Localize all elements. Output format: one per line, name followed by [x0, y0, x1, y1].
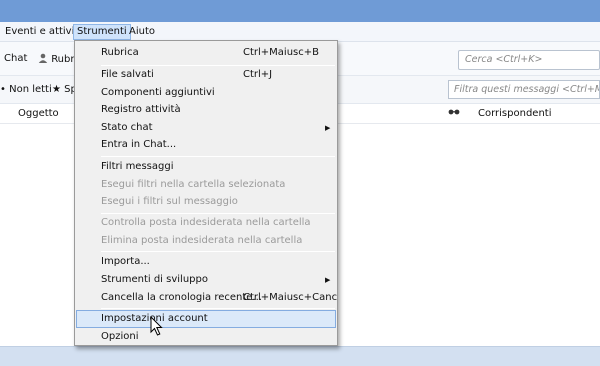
submenu-arrow-icon: ▶	[325, 276, 331, 284]
star-icon: ★	[52, 84, 61, 95]
thread-glasses-icon[interactable]	[448, 108, 460, 120]
menu-item-label: Cancella la cronologia recente...	[101, 292, 262, 303]
menu-item-label: Controlla posta indesiderata nella carte…	[101, 217, 311, 228]
menu-aiuto[interactable]: Aiuto	[126, 24, 158, 40]
menu-item-strumenti-sviluppo[interactable]: Strumenti di sviluppo ▶	[76, 271, 336, 289]
menu-item-file-salvati[interactable]: File salvati Ctrl+J	[76, 66, 336, 84]
menu-item-shortcut: Ctrl+Maiusc+Canc	[243, 292, 338, 303]
status-bar	[0, 346, 600, 366]
chat-button[interactable]: Chat	[4, 53, 27, 65]
unread-icon: •	[0, 84, 6, 95]
mouse-cursor-icon	[150, 316, 163, 336]
menu-separator	[101, 308, 335, 309]
menu-item-elimina-posta-indesiderata[interactable]: Elimina posta indesiderata nella cartell…	[76, 232, 336, 250]
column-correspondents[interactable]: Corrispondenti	[478, 108, 551, 120]
title-bar	[0, 0, 600, 22]
menu-item-label: Rubrica	[101, 47, 139, 58]
menu-item-opzioni[interactable]: Opzioni	[76, 328, 336, 346]
menu-item-esegui-filtri-messaggio[interactable]: Esegui i filtri sul messaggio	[76, 193, 336, 211]
menu-item-cancella-cronologia[interactable]: Cancella la cronologia recente... Ctrl+M…	[76, 289, 338, 307]
submenu-arrow-icon: ▶	[325, 124, 331, 132]
menu-item-label: Esegui i filtri sul messaggio	[101, 196, 238, 207]
menu-item-rubrica[interactable]: Rubrica Ctrl+Maiusc+B	[76, 44, 336, 62]
menu-item-label: File salvati	[101, 69, 154, 80]
menu-bar: Eventi e attività Strumenti Aiuto	[0, 22, 600, 42]
search-input[interactable]: Cerca <Ctrl+K>	[458, 50, 600, 70]
menu-item-label: Filtri messaggi	[101, 161, 174, 172]
menu-item-label: Entra in Chat...	[101, 139, 177, 150]
menu-item-entra-in-chat[interactable]: Entra in Chat...	[76, 136, 336, 154]
person-icon	[38, 53, 48, 63]
menu-strumenti[interactable]: Strumenti	[73, 24, 131, 40]
menu-item-filtri-messaggi[interactable]: Filtri messaggi	[76, 158, 336, 176]
menu-separator	[101, 251, 335, 252]
menu-item-registro-attivita[interactable]: Registro attività	[76, 101, 336, 119]
menu-item-stato-chat[interactable]: Stato chat ▶	[76, 119, 336, 137]
menu-item-label: Componenti aggiuntivi	[101, 87, 215, 98]
menu-item-label: Strumenti di sviluppo	[101, 274, 208, 285]
menu-item-controlla-posta-indesiderata[interactable]: Controlla posta indesiderata nella carte…	[76, 214, 336, 232]
column-subject[interactable]: Oggetto	[18, 108, 59, 120]
menu-item-label: Opzioni	[101, 331, 139, 342]
unread-label: Non letti	[9, 84, 52, 95]
menu-item-shortcut: Ctrl+J	[243, 69, 273, 80]
menu-item-shortcut: Ctrl+Maiusc+B	[243, 47, 319, 58]
menu-item-label: Importa...	[101, 256, 150, 267]
menu-item-importa[interactable]: Importa...	[76, 253, 336, 271]
menu-item-label: Stato chat	[101, 122, 153, 133]
unread-filter-button[interactable]: • Non letti	[0, 84, 52, 96]
menu-separator	[101, 156, 335, 157]
menu-item-esegui-filtri-cartella[interactable]: Esegui filtri nella cartella selezionata	[76, 176, 336, 194]
strumenti-dropdown-menu: Rubrica Ctrl+Maiusc+B File salvati Ctrl+…	[74, 40, 338, 346]
menu-item-componenti-aggiuntivi[interactable]: Componenti aggiuntivi	[76, 84, 336, 102]
menu-item-impostazioni-account[interactable]: Impostazioni account	[76, 310, 336, 328]
filter-messages-input[interactable]: Filtra questi messaggi <Ctrl+Maiusc	[448, 80, 600, 99]
menu-item-label: Elimina posta indesiderata nella cartell…	[101, 235, 303, 246]
menu-item-label: Esegui filtri nella cartella selezionata	[101, 179, 286, 190]
menu-item-label: Registro attività	[101, 104, 181, 115]
